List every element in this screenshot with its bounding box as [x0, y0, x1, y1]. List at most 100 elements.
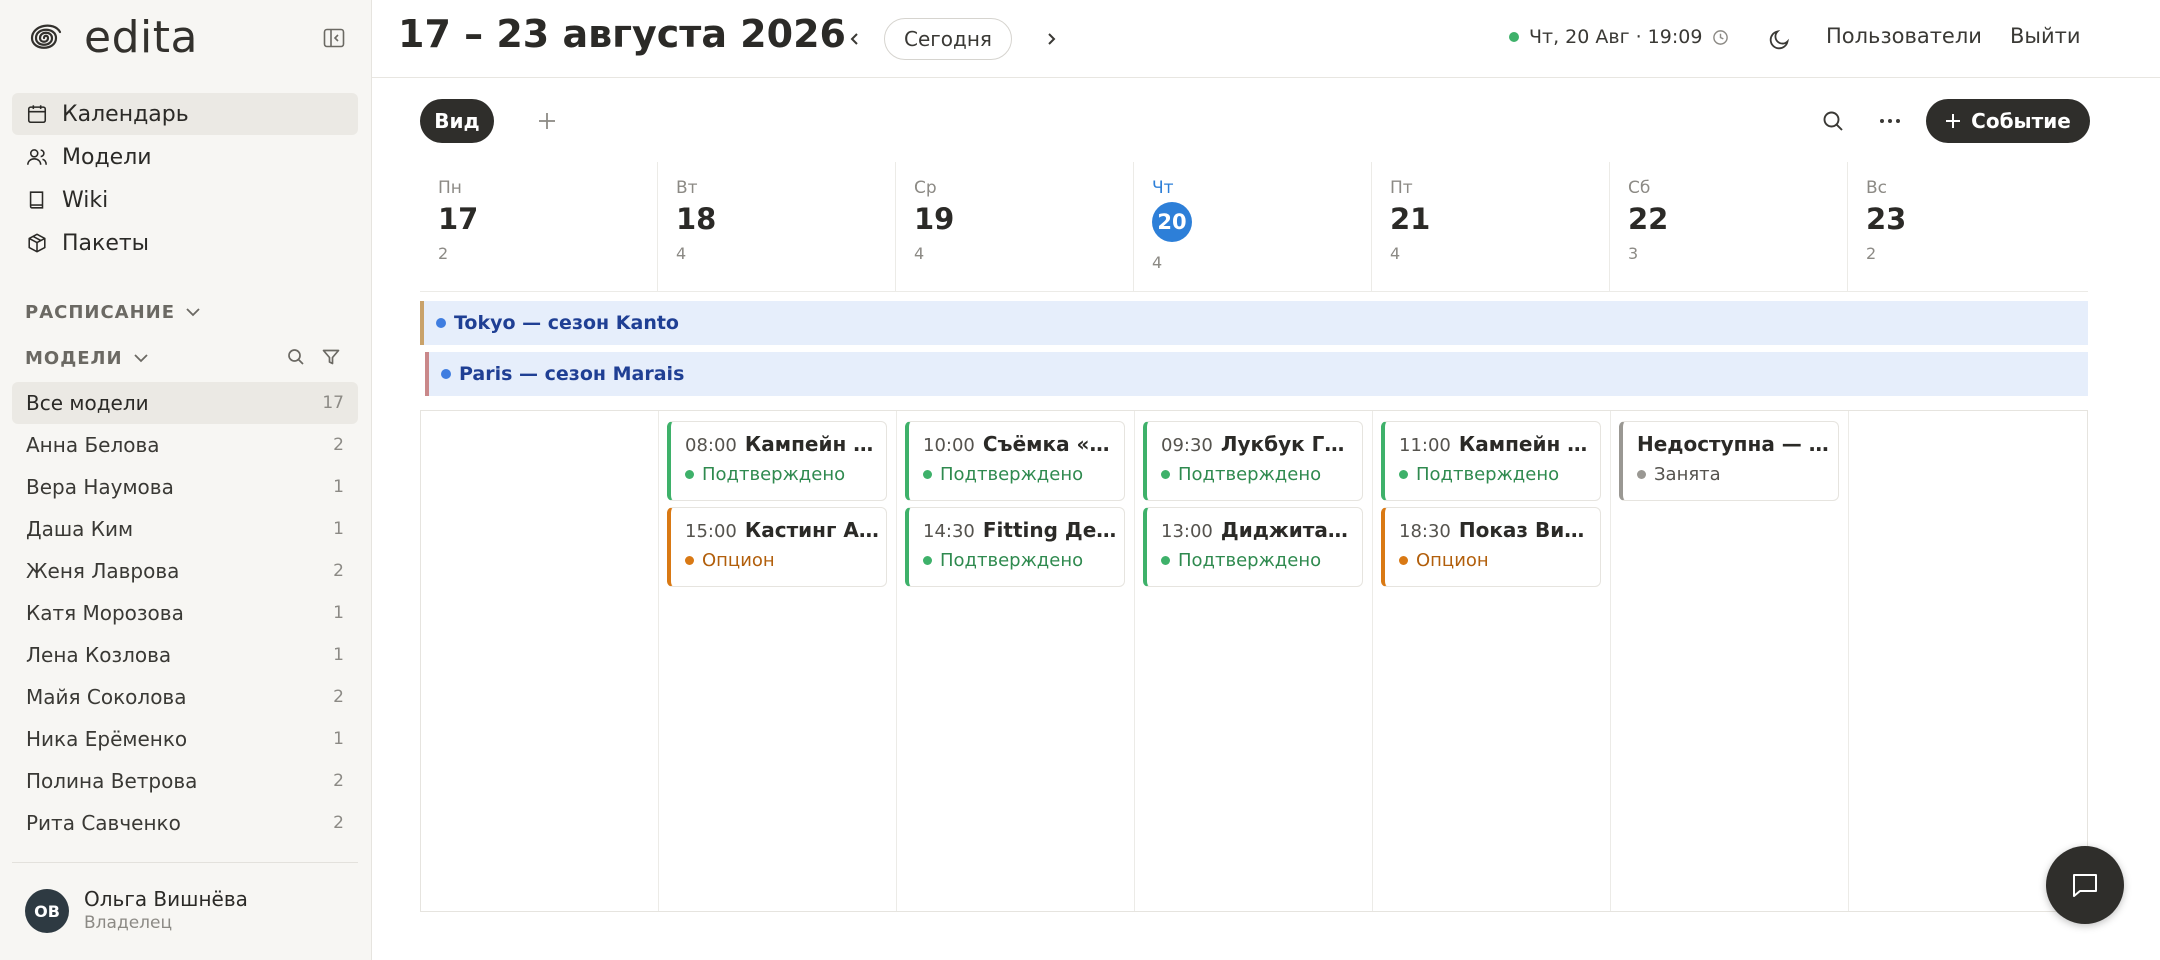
model-name: Ника Ерёменко: [26, 727, 188, 751]
event-title: Недоступна — …: [1637, 432, 1829, 456]
event-title: Лукбук Га…: [1220, 432, 1357, 456]
model-item[interactable]: Катя Морозова 1: [12, 592, 358, 634]
event-card[interactable]: 08:00 Кампейн … Подтверждено: [667, 421, 887, 501]
model-count: 2: [333, 561, 344, 581]
event-card[interactable]: 18:30 Показ Вит… Опцион: [1381, 507, 1601, 587]
live-indicator: [1509, 32, 1519, 42]
model-item-all[interactable]: Все модели 17: [12, 382, 358, 424]
sidebar-collapse-icon[interactable]: [322, 26, 346, 50]
day-header-mon[interactable]: Пн 17 2: [420, 162, 658, 292]
day-event-count: 4: [1390, 244, 1401, 263]
day-column[interactable]: [1849, 411, 2087, 911]
user-profile[interactable]: ОВ Ольга Вишнёва Владелец: [25, 887, 248, 935]
event-status: Подтверждено: [1178, 550, 1322, 571]
clock-text: Чт, 20 Авг · 19:09: [1529, 26, 1703, 48]
status-dot: [685, 556, 694, 565]
model-count: 17: [322, 393, 344, 413]
plus-icon[interactable]: [534, 108, 560, 134]
event-title: Кампейн …: [1458, 432, 1588, 456]
schedule-section-label: РАСПИСАНИЕ: [25, 301, 176, 323]
model-count: 1: [333, 603, 344, 623]
search-icon[interactable]: [1820, 108, 1846, 134]
event-time: 18:30: [1399, 521, 1451, 542]
multi-day-event[interactable]: Tokyo — сезон Kanto: [420, 301, 2088, 345]
model-item[interactable]: Ника Ерёменко 1: [12, 718, 358, 760]
day-number: 18: [676, 202, 717, 236]
event-dot: [436, 318, 446, 328]
event-card[interactable]: Недоступна — … Занята: [1619, 421, 1839, 501]
day-name: Сб: [1628, 178, 1651, 198]
nav-label: Пакеты: [62, 230, 150, 256]
model-item[interactable]: Даша Ким 1: [12, 508, 358, 550]
moon-icon[interactable]: [1767, 26, 1793, 52]
model-name: Анна Белова: [26, 433, 160, 457]
chat-button[interactable]: [2046, 846, 2124, 924]
day-header-tue[interactable]: Вт 18 4: [658, 162, 896, 292]
multi-day-event[interactable]: Paris — сезон Marais: [425, 352, 2088, 396]
day-event-count: 4: [676, 244, 687, 263]
nav-item-models[interactable]: Модели: [12, 136, 358, 178]
event-status: Подтверждено: [702, 464, 846, 485]
day-name: Пт: [1390, 178, 1413, 198]
model-item[interactable]: Полина Ветрова 2: [12, 760, 358, 802]
event-card[interactable]: 13:00 Диджитал… Подтверждено: [1143, 507, 1363, 587]
event-status: Подтверждено: [1178, 464, 1322, 485]
filter-icon[interactable]: [321, 347, 341, 367]
topbar: 17 – 23 августа 2026 Сегодня Чт, 20 Авг …: [372, 0, 2160, 78]
event-card[interactable]: 09:30 Лукбук Га… Подтверждено: [1143, 421, 1363, 501]
nav-label: Wiki: [62, 187, 109, 213]
day-header-sat[interactable]: Сб 22 3: [1610, 162, 1848, 292]
model-item[interactable]: Женя Лаврова 2: [12, 550, 358, 592]
model-count: 1: [333, 645, 344, 665]
day-header-thu[interactable]: Чт 20 4: [1134, 162, 1372, 292]
model-count: 1: [333, 477, 344, 497]
model-count: 2: [333, 771, 344, 791]
search-icon[interactable]: [286, 347, 306, 367]
previous-week-icon[interactable]: [842, 26, 868, 52]
day-column[interactable]: [421, 411, 659, 911]
day-header-wed[interactable]: Ср 19 4: [896, 162, 1134, 292]
brand[interactable]: edita: [24, 16, 198, 60]
day-number: 23: [1866, 202, 1907, 236]
package-icon: [28, 233, 46, 253]
model-item[interactable]: Анна Белова 2: [12, 424, 358, 466]
model-item[interactable]: Лена Козлова 1: [12, 634, 358, 676]
next-week-icon[interactable]: [1038, 26, 1064, 52]
nav-item-wiki[interactable]: Wiki: [12, 179, 358, 221]
model-name: Катя Морозова: [26, 601, 184, 625]
status-dot: [1399, 470, 1408, 479]
model-count: 1: [333, 519, 344, 539]
model-name: Рита Савченко: [26, 811, 181, 835]
day-name: Ср: [914, 178, 937, 198]
event-status: Подтверждено: [940, 550, 1084, 571]
day-header-fri[interactable]: Пт 21 4: [1372, 162, 1610, 292]
nav-item-calendar[interactable]: Календарь: [12, 93, 358, 135]
day-header-sun[interactable]: Вс 23 2: [1848, 162, 2088, 292]
event-status: Опцион: [1416, 550, 1489, 571]
event-title: Кастинг А…: [744, 518, 879, 542]
model-count: 2: [333, 687, 344, 707]
today-button[interactable]: Сегодня: [884, 18, 1012, 60]
new-event-button[interactable]: Событие: [1926, 99, 2090, 143]
event-card[interactable]: 11:00 Кампейн … Подтверждено: [1381, 421, 1601, 501]
model-item[interactable]: Вера Наумова 1: [12, 466, 358, 508]
day-name: Вс: [1866, 178, 1888, 198]
more-options-icon[interactable]: [1876, 108, 1904, 134]
calendar-icon: [27, 105, 47, 124]
clock: Чт, 20 Авг · 19:09: [1509, 26, 1729, 48]
schedule-section-toggle[interactable]: РАСПИСАНИЕ: [25, 301, 203, 323]
nav-item-packages[interactable]: Пакеты: [12, 222, 358, 264]
model-item[interactable]: Рита Савченко 2: [12, 802, 358, 844]
view-button[interactable]: Вид: [420, 99, 494, 143]
model-count: 2: [333, 813, 344, 833]
multi-day-event-title: Tokyo — сезон Kanto: [454, 312, 679, 334]
models-section-toggle[interactable]: МОДЕЛИ: [25, 347, 151, 369]
event-card[interactable]: 15:00 Кастинг А… Опцион: [667, 507, 887, 587]
event-time: 14:30: [923, 521, 975, 542]
event-card[interactable]: 14:30 Fitting Де… Подтверждено: [905, 507, 1125, 587]
logout-link[interactable]: Выйти: [2010, 24, 2081, 48]
users-link[interactable]: Пользователи: [1826, 24, 1982, 48]
event-card[interactable]: 10:00 Съёмка «Р… Подтверждено: [905, 421, 1125, 501]
model-item[interactable]: Майя Соколова 2: [12, 676, 358, 718]
event-title: Fitting Де…: [982, 518, 1117, 542]
